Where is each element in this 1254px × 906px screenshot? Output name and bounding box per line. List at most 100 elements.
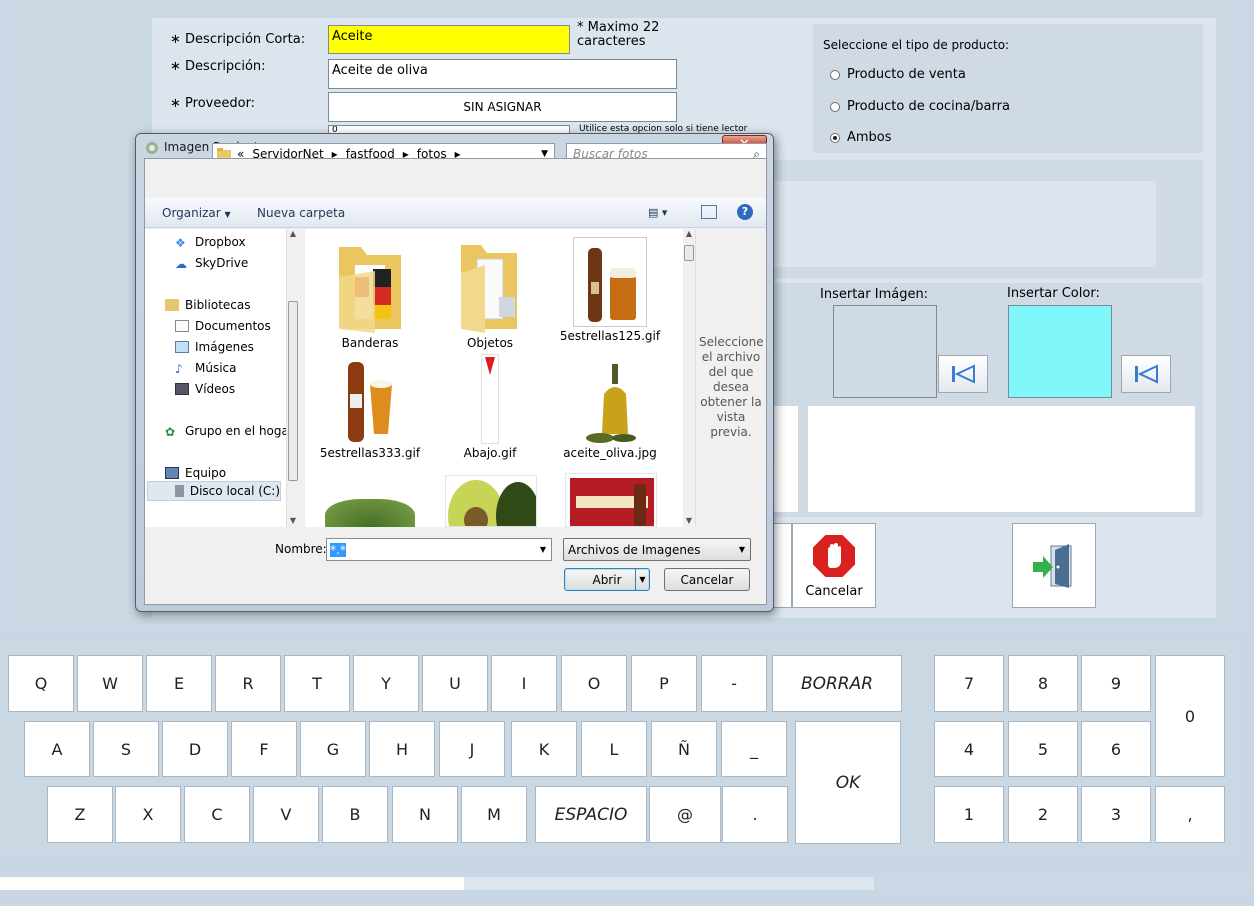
cancel-button[interactable]: Cancelar <box>792 523 876 608</box>
key-s[interactable]: S <box>93 721 159 777</box>
key-j[interactable]: J <box>439 721 505 777</box>
short-description-input[interactable]: Aceite <box>328 25 570 54</box>
scroll-down-icon[interactable]: ▼ <box>683 516 695 525</box>
key-dot[interactable]: . <box>722 786 788 843</box>
file-item-amstel[interactable] <box>565 473 657 527</box>
key-x[interactable]: X <box>115 786 181 843</box>
key-ok[interactable]: OK <box>795 721 901 844</box>
file-item-objetos[interactable]: Objetos <box>435 237 545 350</box>
key-espacio[interactable]: ESPACIO <box>535 786 647 843</box>
nav-scrollbar[interactable]: ▲ ▼ <box>286 229 299 527</box>
exit-button[interactable] <box>1012 523 1096 608</box>
key-num-3[interactable]: 3 <box>1081 786 1151 843</box>
key-y[interactable]: Y <box>353 655 419 712</box>
action-button-partial[interactable] <box>772 523 792 608</box>
key-num-0[interactable]: 0 <box>1155 655 1225 777</box>
key-r[interactable]: R <box>215 655 281 712</box>
nav-videos[interactable]: Vídeos <box>175 382 235 396</box>
key-e[interactable]: E <box>146 655 212 712</box>
nav-bibliotecas[interactable]: Bibliotecas <box>165 298 250 312</box>
file-type-select[interactable]: Archivos de Imagenes ▼ <box>563 538 751 561</box>
nav-disco-local[interactable]: Disco local (C:) <box>147 481 281 501</box>
radio-button-selected[interactable] <box>830 132 840 143</box>
key-borrar[interactable]: BORRAR <box>772 655 902 712</box>
key-hyphen[interactable]: - <box>701 655 767 712</box>
nav-imagenes[interactable]: Imágenes <box>175 340 254 354</box>
file-item-5estrellas333[interactable]: 5estrellas333.gif <box>315 354 425 460</box>
radio-ambos[interactable]: Ambos <box>830 130 892 145</box>
scroll-up-icon[interactable]: ▲ <box>683 229 695 238</box>
nav-skydrive[interactable]: ☁ SkyDrive <box>175 256 248 271</box>
key-num-4[interactable]: 4 <box>934 721 1004 777</box>
help-icon[interactable]: ? <box>737 204 753 220</box>
key-underscore[interactable]: _ <box>721 721 787 777</box>
key-num-2[interactable]: 2 <box>1008 786 1078 843</box>
key-o[interactable]: O <box>561 655 627 712</box>
file-scrollbar[interactable]: ▲ ▼ <box>683 229 696 527</box>
chevron-down-icon[interactable]: ▼ <box>540 545 546 554</box>
scroll-thumb[interactable] <box>288 301 298 481</box>
key-l[interactable]: L <box>581 721 647 777</box>
key-b[interactable]: B <box>322 786 388 843</box>
open-button[interactable]: Abrir ▼ <box>564 568 650 591</box>
key-num-8[interactable]: 8 <box>1008 655 1078 712</box>
key-n[interactable]: N <box>392 786 458 843</box>
key-p[interactable]: P <box>631 655 697 712</box>
file-item-5estrellas125[interactable]: 5estrellas125.gif <box>555 237 665 343</box>
key-num-7[interactable]: 7 <box>934 655 1004 712</box>
preview-pane-icon[interactable] <box>701 205 717 219</box>
nav-equipo[interactable]: Equipo <box>165 466 226 480</box>
new-folder-button[interactable]: Nueva carpeta <box>257 206 345 220</box>
key-w[interactable]: W <box>77 655 143 712</box>
notes-area-left[interactable] <box>770 406 798 512</box>
dialog-cancel-button[interactable]: Cancelar <box>664 568 750 591</box>
nav-dropbox[interactable]: ❖ Dropbox <box>175 235 246 250</box>
nav-grupo-hogar[interactable]: ✿ Grupo en el hogar <box>165 424 294 439</box>
view-options-icon[interactable]: ▤ ▾ <box>648 206 667 219</box>
key-at[interactable]: @ <box>649 786 721 843</box>
key-g[interactable]: G <box>300 721 366 777</box>
radio-button[interactable] <box>830 69 840 80</box>
scroll-thumb[interactable] <box>684 245 694 261</box>
filename-input[interactable]: *.* ▼ <box>326 538 552 561</box>
key-a[interactable]: A <box>24 721 90 777</box>
key-num-6[interactable]: 6 <box>1081 721 1151 777</box>
key-ñ[interactable]: Ñ <box>651 721 717 777</box>
key-i[interactable]: I <box>491 655 557 712</box>
notes-area[interactable] <box>808 406 1195 512</box>
supplier-button[interactable]: SIN ASIGNAR <box>328 92 677 122</box>
file-item-abajo[interactable]: Abajo.gif <box>435 354 545 460</box>
insert-image-button[interactable] <box>938 355 988 393</box>
key-c[interactable]: C <box>184 786 250 843</box>
key-num-1[interactable]: 1 <box>934 786 1004 843</box>
nav-musica[interactable]: ♪ Música <box>175 361 237 376</box>
image-preview[interactable] <box>833 305 937 398</box>
nav-documentos[interactable]: Documentos <box>175 319 271 333</box>
key-v[interactable]: V <box>253 786 319 843</box>
color-preview[interactable] <box>1008 305 1112 398</box>
radio-producto-venta[interactable]: Producto de venta <box>830 67 966 82</box>
file-item-spinach[interactable] <box>325 499 415 527</box>
file-item-aceite-oliva[interactable]: aceite_oliva.jpg <box>555 354 665 460</box>
scroll-down-icon[interactable]: ▼ <box>287 516 299 525</box>
key-q[interactable]: Q <box>8 655 74 712</box>
key-h[interactable]: H <box>369 721 435 777</box>
key-t[interactable]: T <box>284 655 350 712</box>
key-k[interactable]: K <box>511 721 577 777</box>
chevron-down-icon[interactable]: ▼ <box>635 569 649 590</box>
key-num-comma[interactable]: , <box>1155 786 1225 843</box>
key-f[interactable]: F <box>231 721 297 777</box>
radio-button[interactable] <box>830 101 840 112</box>
insert-color-button[interactable] <box>1121 355 1171 393</box>
file-item-banderas[interactable]: Banderas <box>315 237 425 350</box>
description-input[interactable]: Aceite de oliva <box>328 59 677 89</box>
key-d[interactable]: D <box>162 721 228 777</box>
scroll-up-icon[interactable]: ▲ <box>287 229 299 238</box>
key-num-5[interactable]: 5 <box>1008 721 1078 777</box>
organize-button[interactable]: Organizar ▼ <box>162 206 231 220</box>
key-num-9[interactable]: 9 <box>1081 655 1151 712</box>
radio-producto-cocina[interactable]: Producto de cocina/barra <box>830 99 1010 114</box>
key-m[interactable]: M <box>461 786 527 843</box>
key-z[interactable]: Z <box>47 786 113 843</box>
key-u[interactable]: U <box>422 655 488 712</box>
